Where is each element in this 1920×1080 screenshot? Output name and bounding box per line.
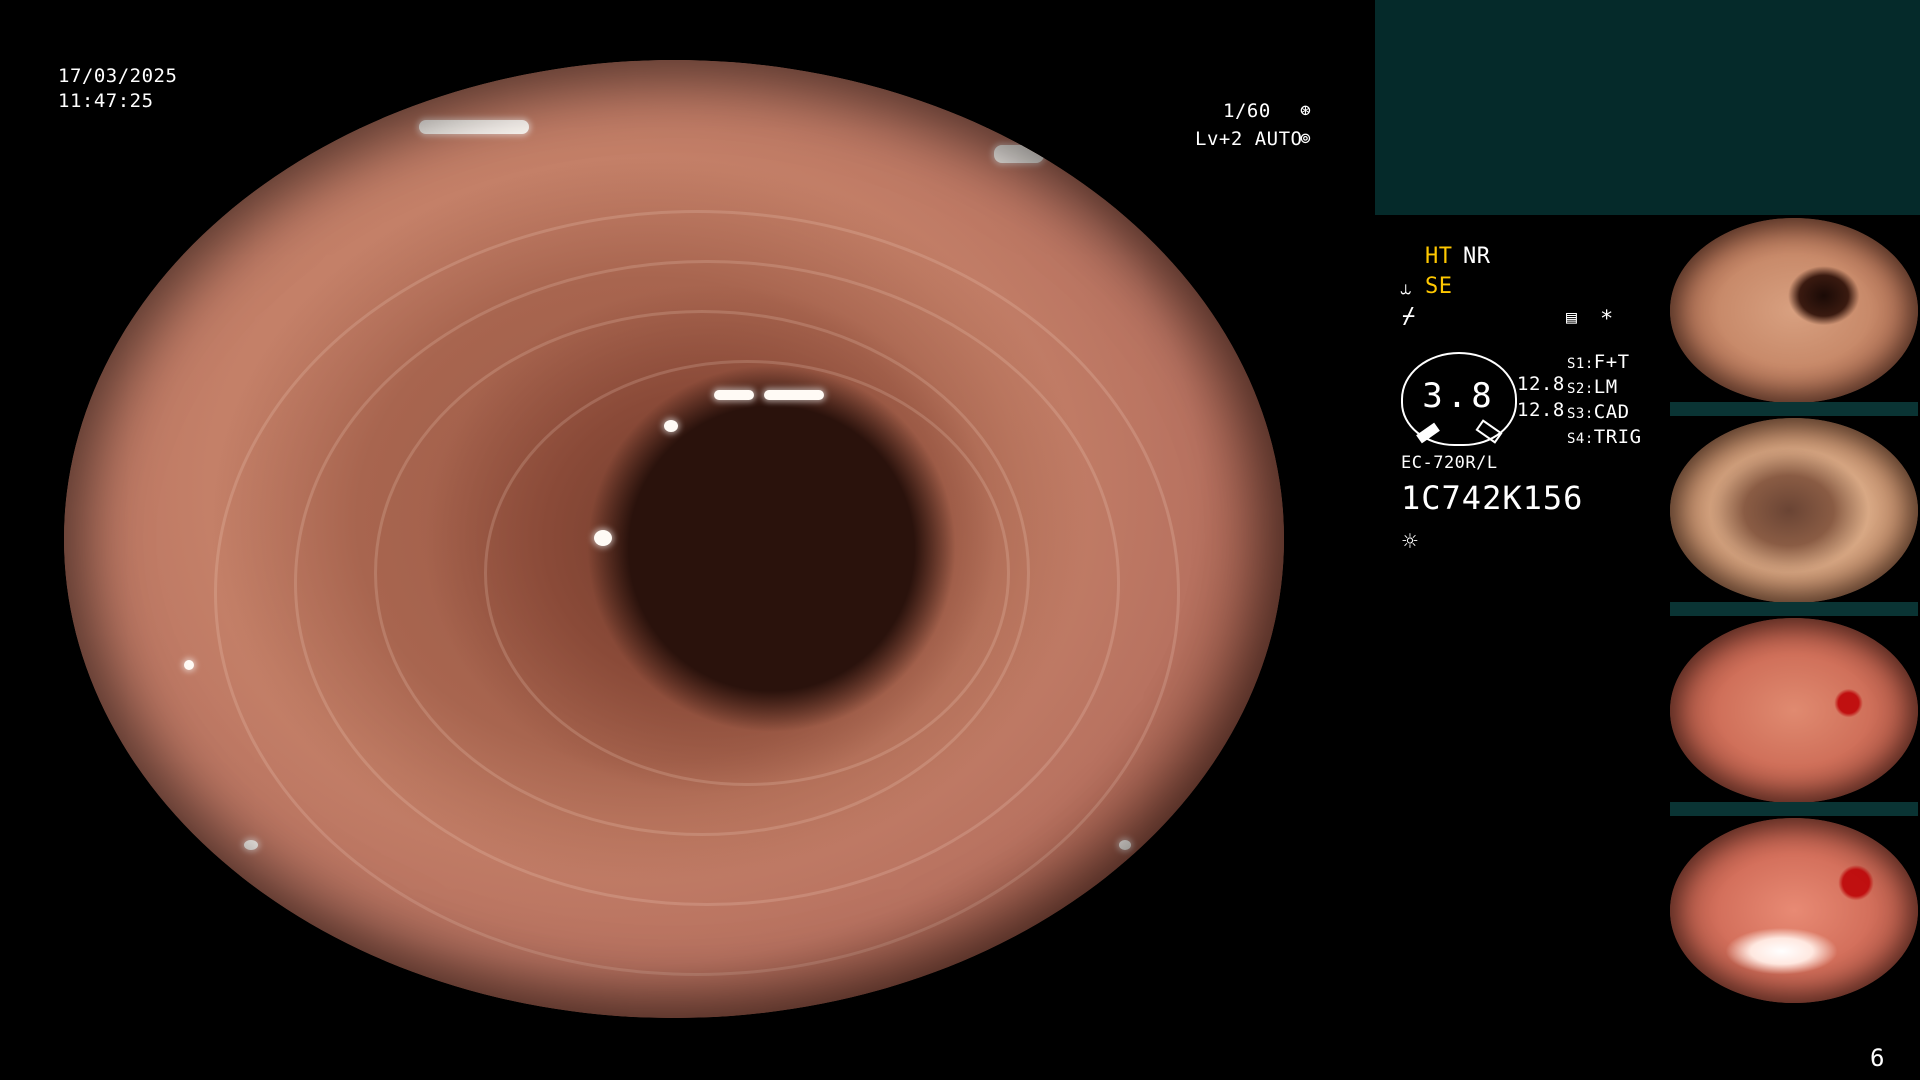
memory-card-icon: ▤ (1566, 307, 1578, 328)
time-label: 11:47:25 (58, 90, 154, 112)
freeze-icon: ⌿ (1402, 304, 1416, 329)
dial-marker-filled (1416, 422, 1440, 444)
thumbnail-separator (1670, 802, 1918, 816)
dial-right-value-2: 12.8 (1517, 399, 1565, 421)
specular-highlight (184, 660, 194, 670)
switch-row: S4:TRIG (1567, 426, 1642, 448)
dial-right-value-1: 12.8 (1517, 373, 1565, 395)
scope-tip-icon: ⥿ (1400, 275, 1412, 299)
thumbnail-separator (1670, 402, 1918, 416)
thumbnail-image-3[interactable] (1670, 618, 1918, 803)
specular-highlight (714, 390, 754, 400)
thumbnail-image-2[interactable] (1670, 418, 1918, 603)
scope-serial: 1C742K156 (1401, 479, 1584, 517)
specular-highlight (994, 145, 1044, 163)
zoom-dial: 3.8 (1401, 352, 1517, 446)
aperture-icon: ⊛ (1300, 100, 1312, 121)
brightness-level: Lv+2 AUTO (1195, 128, 1303, 150)
scope-model: EC-720R/L (1401, 453, 1498, 473)
thumbnail-separator (1670, 602, 1918, 616)
asterisk-indicator: * (1600, 307, 1614, 332)
se-indicator: SE (1425, 274, 1453, 299)
mucosal-fold (374, 310, 1030, 836)
info-panel-background (1375, 0, 1920, 215)
ht-indicator: HT (1425, 244, 1453, 269)
specular-highlight (1119, 840, 1131, 850)
shutter-speed: 1/60 (1223, 100, 1271, 122)
nr-indicator: NR (1463, 244, 1491, 269)
specular-highlight (419, 120, 529, 134)
dial-value: 3.8 (1422, 376, 1496, 416)
thumbnail-image-1[interactable] (1670, 218, 1918, 403)
mucosal-fold (214, 210, 1180, 976)
specular-highlight (249, 110, 267, 124)
switch-row: S2:LM (1567, 376, 1618, 398)
date-label: 17/03/2025 (58, 65, 178, 87)
auto-iris-icon: ⊚ (1300, 128, 1312, 149)
light-bulb-icon: ☼ (1402, 527, 1419, 557)
specular-highlight (244, 840, 258, 850)
specular-highlight (304, 112, 330, 126)
specular-highlight (664, 420, 678, 432)
mucosal-fold (484, 360, 1010, 786)
thumbnail-image-4[interactable] (1670, 818, 1918, 1003)
page-number: 6 (1870, 1044, 1885, 1072)
specular-highlight (764, 390, 824, 400)
endoscope-main-view (64, 60, 1284, 1018)
mucosal-fold (294, 260, 1120, 906)
specular-highlight (594, 530, 612, 546)
specular-highlight (974, 80, 1014, 120)
switch-row: S1:F+T (1567, 351, 1630, 373)
switch-row: S3:CAD (1567, 401, 1630, 423)
dial-marker-outline (1475, 419, 1503, 444)
